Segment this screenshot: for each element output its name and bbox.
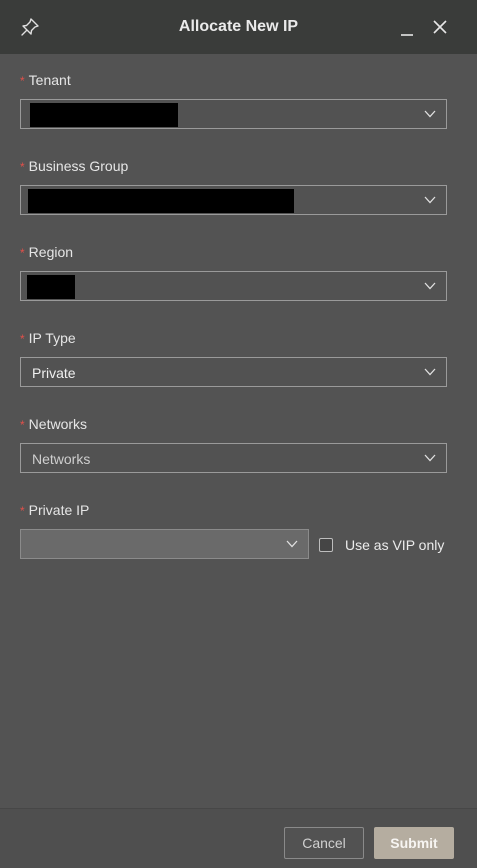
chevron-down-icon <box>424 196 436 204</box>
chevron-down-icon <box>424 368 436 376</box>
business-group-select[interactable] <box>20 185 447 215</box>
close-icon[interactable] <box>428 15 452 39</box>
redacted-value <box>27 275 75 299</box>
required-mark: * <box>20 74 25 88</box>
private-ip-select[interactable] <box>20 529 309 559</box>
chevron-down-icon <box>286 540 298 548</box>
required-mark: * <box>20 418 25 432</box>
submit-button[interactable]: Submit <box>374 827 454 859</box>
required-mark: * <box>20 504 25 518</box>
business-group-label: * Business Group <box>20 158 128 174</box>
tenant-label-text: Tenant <box>28 72 71 88</box>
ip-type-label-text: IP Type <box>28 330 76 346</box>
networks-select[interactable]: Networks <box>20 443 447 473</box>
redacted-value <box>30 103 178 127</box>
required-mark: * <box>20 160 25 174</box>
business-group-label-text: Business Group <box>28 158 129 174</box>
ip-type-label: * IP Type <box>20 330 76 346</box>
vip-only-label: Use as VIP only <box>345 537 445 553</box>
chevron-down-icon <box>424 454 436 462</box>
vip-only-checkbox[interactable] <box>319 538 333 552</box>
chevron-down-icon <box>424 110 436 118</box>
tenant-label: * Tenant <box>20 72 71 88</box>
tenant-select[interactable] <box>20 99 447 129</box>
networks-label-text: Networks <box>28 416 88 432</box>
region-select[interactable] <box>20 271 447 301</box>
ip-type-value: Private <box>32 365 76 381</box>
minimize-icon[interactable] <box>395 15 419 39</box>
region-label-text: Region <box>28 244 74 260</box>
chevron-down-icon <box>424 282 436 290</box>
networks-label: * Networks <box>20 416 87 432</box>
networks-placeholder: Networks <box>32 451 91 467</box>
dialog-footer: Cancel Submit <box>0 809 477 868</box>
private-ip-label-text: Private IP <box>28 502 90 518</box>
required-mark: * <box>20 332 25 346</box>
private-ip-label: * Private IP <box>20 502 89 518</box>
cancel-button[interactable]: Cancel <box>284 827 364 859</box>
redacted-value <box>28 189 294 213</box>
ip-type-select[interactable]: Private <box>20 357 447 387</box>
dialog-titlebar: Allocate New IP <box>0 0 477 54</box>
required-mark: * <box>20 246 25 260</box>
region-label: * Region <box>20 244 73 260</box>
